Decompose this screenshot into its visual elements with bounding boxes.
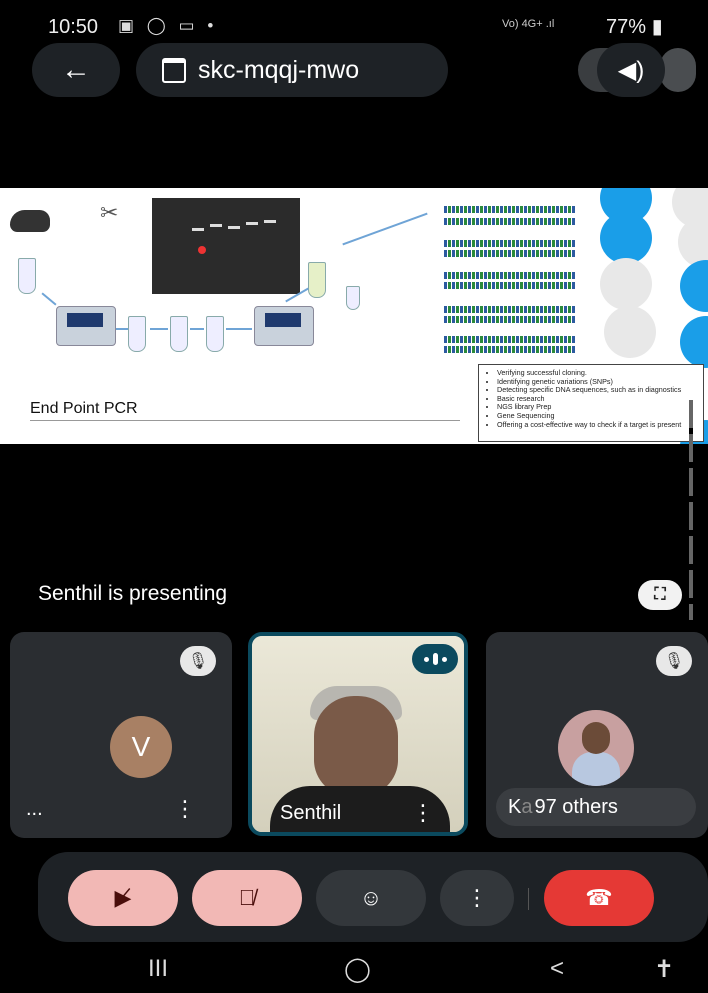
decor-circle — [600, 212, 652, 264]
more-options-icon[interactable]: ⋮ — [174, 796, 196, 822]
decor-circle — [600, 258, 652, 310]
speaking-indicator-icon — [412, 644, 458, 674]
system-nav-bar: III ◯ < ✝ — [0, 945, 708, 993]
scrollbar[interactable] — [689, 400, 693, 620]
clock: 10:50 — [48, 16, 99, 38]
dna-strand — [444, 206, 576, 213]
mic-off-icon: 🎙 — [656, 646, 692, 676]
speaker-icon: ◀) — [617, 56, 645, 84]
overlay-shadow-2 — [660, 48, 696, 92]
accessibility-icon[interactable]: ✝ — [654, 955, 674, 984]
dna-strand — [444, 306, 576, 313]
decor-circle — [680, 260, 708, 312]
fullscreen-button[interactable]: ⛶ — [638, 580, 682, 610]
flow-arrow — [190, 328, 204, 330]
more-options-icon[interactable]: ⋮ — [412, 800, 434, 826]
notification-icons: ▣ ◯ ▭ • — [118, 16, 218, 35]
mic-off-icon: 🎙̸ — [238, 885, 256, 910]
gel-image — [152, 198, 300, 294]
end-call-button[interactable]: ☎ — [544, 870, 654, 926]
participant-tile-v[interactable]: 🎙 V ... ⋮ — [10, 632, 232, 838]
tube — [346, 286, 360, 310]
emoji-icon: ☺ — [359, 885, 383, 910]
meeting-code: skc-mqqj-mwo — [198, 55, 360, 84]
flow-arrow — [342, 212, 428, 246]
reactions-button[interactable]: ☺ — [316, 870, 426, 926]
participant-name: Senthil — [280, 802, 342, 824]
decor-circle — [604, 306, 656, 358]
more-vertical-icon: ⋮ — [466, 885, 488, 910]
participant-name-fragment: K — [508, 795, 522, 818]
home-icon[interactable]: ◯ — [344, 955, 371, 984]
network-icons: Vo) 4G+ .ıl — [502, 18, 555, 30]
flow-arrow — [41, 292, 57, 306]
scissors-icon: ✂ — [100, 200, 119, 225]
speaker-button[interactable]: ◀) — [597, 43, 665, 97]
video-person-head — [314, 696, 398, 796]
flow-arrow — [226, 328, 252, 330]
dna-strand — [444, 282, 576, 289]
dna-strand — [444, 250, 576, 257]
participant-tile-senthil[interactable]: Senthil ⋮ — [248, 632, 468, 836]
status-bar: 10:50 ▣ ◯ ▭ • Vo) 4G+ .ıl 77% ▮ — [0, 0, 708, 44]
avatar — [558, 710, 634, 786]
battery-icon: ▮ — [651, 16, 663, 38]
flow-arrow — [116, 328, 128, 330]
others-badge[interactable]: K a 97 others — [496, 788, 696, 826]
tube — [128, 316, 146, 352]
tube — [308, 262, 326, 298]
back-nav-icon[interactable]: < — [550, 955, 564, 983]
back-button[interactable]: ← — [32, 43, 120, 97]
call-controls: ▶̸ 🎙̸ ☺ ⋮ ☎ — [38, 852, 708, 942]
battery-level: 77% ▮ — [606, 14, 663, 39]
dna-strand — [444, 316, 576, 323]
dna-strand — [444, 336, 576, 343]
fullscreen-icon: ⛶ — [654, 586, 666, 603]
meeting-info-button[interactable]: skc-mqqj-mwo — [136, 43, 448, 97]
participant-name-ghost: a — [521, 795, 533, 818]
decor-circle — [680, 316, 708, 368]
dna-strand — [444, 218, 576, 225]
tube — [206, 316, 224, 352]
caption-rule — [30, 420, 460, 421]
more-options-button[interactable]: ⋮ — [440, 870, 514, 926]
dna-strand — [444, 272, 576, 279]
control-divider — [528, 888, 529, 910]
avatar: V — [110, 716, 172, 778]
mic-toggle-button[interactable]: 🎙̸ — [192, 870, 302, 926]
mic-off-icon: 🎙 — [180, 646, 216, 676]
participant-name: ... — [26, 798, 43, 820]
dna-strand — [444, 346, 576, 353]
mouse-illustration — [10, 210, 50, 232]
calendar-icon — [162, 57, 186, 83]
slide-caption: End Point PCR — [30, 400, 138, 417]
slide-bullet-box: Verifying successful cloning. Identifyin… — [478, 364, 704, 442]
tube — [18, 258, 36, 294]
shared-slide: ✂ End Point PCR Verifying s — [0, 188, 708, 444]
flow-arrow — [150, 328, 168, 330]
camera-off-icon: ▶̸ — [114, 885, 132, 910]
others-count: 97 others — [534, 795, 618, 818]
presenting-label: Senthil is presenting — [38, 582, 228, 605]
back-arrow-icon: ← — [61, 53, 91, 86]
bullet: Offering a cost-effective way to check i… — [497, 420, 697, 430]
phone-hangup-icon: ☎ — [585, 885, 613, 910]
camera-toggle-button[interactable]: ▶̸ — [68, 870, 178, 926]
recents-icon[interactable]: III — [148, 955, 168, 983]
pcr-machine — [56, 306, 116, 346]
tube — [170, 316, 188, 352]
battery-percent: 77% — [606, 16, 647, 38]
participant-tile-k[interactable]: 🎙 K a 97 others — [486, 632, 708, 838]
pcr-machine — [254, 306, 314, 346]
dna-strand — [444, 240, 576, 247]
